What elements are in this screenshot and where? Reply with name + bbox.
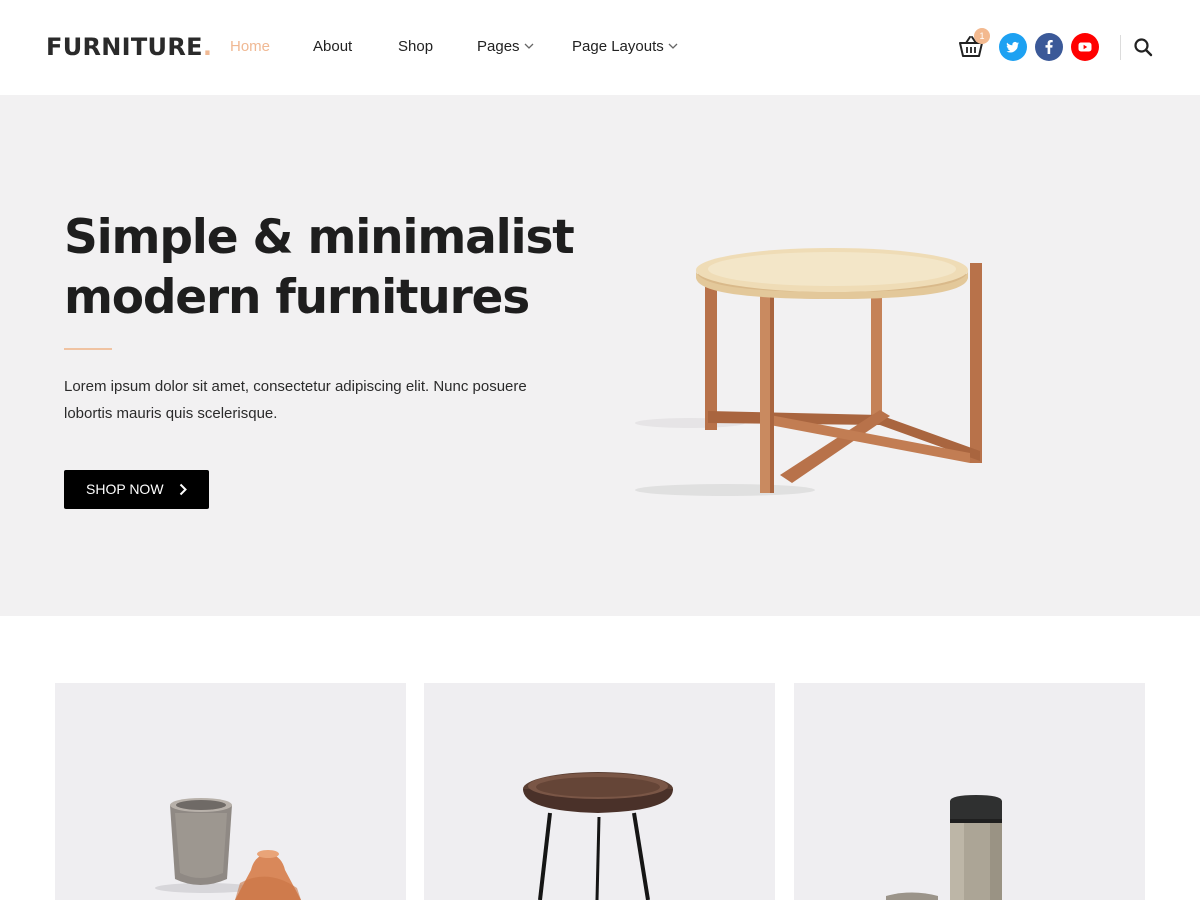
hero-divider — [64, 348, 112, 350]
logo-text: FURNITURE — [46, 33, 203, 61]
chevron-down-icon — [524, 43, 534, 49]
search-icon[interactable] — [1133, 37, 1153, 57]
product-card-stool[interactable] — [424, 683, 775, 900]
product-card-bottle[interactable] — [794, 683, 1145, 900]
nav-page-layouts-label: Page Layouts — [572, 38, 664, 55]
cart-count-badge: 1 — [974, 28, 990, 44]
hero-title: Simple & minimalist modern furnitures — [64, 208, 624, 328]
product-card-vases[interactable] — [55, 683, 406, 900]
nav-home[interactable]: Home — [230, 38, 270, 56]
hero-description: Lorem ipsum dolor sit amet, consectetur … — [64, 373, 574, 427]
site-logo[interactable]: FURNITURE. — [46, 33, 212, 61]
hero-description-line-1: Lorem ipsum dolor sit amet, consectetur … — [64, 378, 527, 395]
facebook-icon — [1045, 40, 1053, 54]
hero-title-line-1: Simple & minimalist — [64, 210, 575, 265]
product-image-bottle — [886, 795, 1002, 900]
nav-about[interactable]: About — [313, 38, 352, 56]
header-divider — [1120, 35, 1121, 60]
chevron-down-icon — [668, 43, 678, 49]
youtube-icon — [1078, 42, 1092, 52]
facebook-link[interactable] — [1035, 33, 1063, 61]
site-header: FURNITURE. Home About Shop Pages Page La… — [0, 0, 1200, 95]
hero-section: Simple & minimalist modern furnitures Lo… — [0, 95, 1200, 616]
logo-dot: . — [202, 33, 213, 61]
hero-title-line-2: modern furnitures — [64, 270, 530, 325]
twitter-icon — [1006, 41, 1019, 53]
product-image-vases — [155, 798, 301, 900]
twitter-link[interactable] — [999, 33, 1027, 61]
hero-description-line-2: lobortis mauris quis scelerisque. — [64, 405, 278, 422]
chevron-right-icon — [179, 483, 187, 496]
youtube-link[interactable] — [1071, 33, 1099, 61]
nav-pages-label: Pages — [477, 38, 520, 55]
shop-now-label: SHOP NOW — [86, 481, 164, 497]
nav-page-layouts[interactable]: Page Layouts — [572, 38, 678, 56]
shop-now-button[interactable]: SHOP NOW — [64, 470, 209, 509]
hero-side-table-image — [635, 248, 982, 496]
nav-pages[interactable]: Pages — [477, 38, 534, 56]
nav-shop[interactable]: Shop — [398, 38, 433, 56]
product-image-stool — [523, 772, 673, 900]
